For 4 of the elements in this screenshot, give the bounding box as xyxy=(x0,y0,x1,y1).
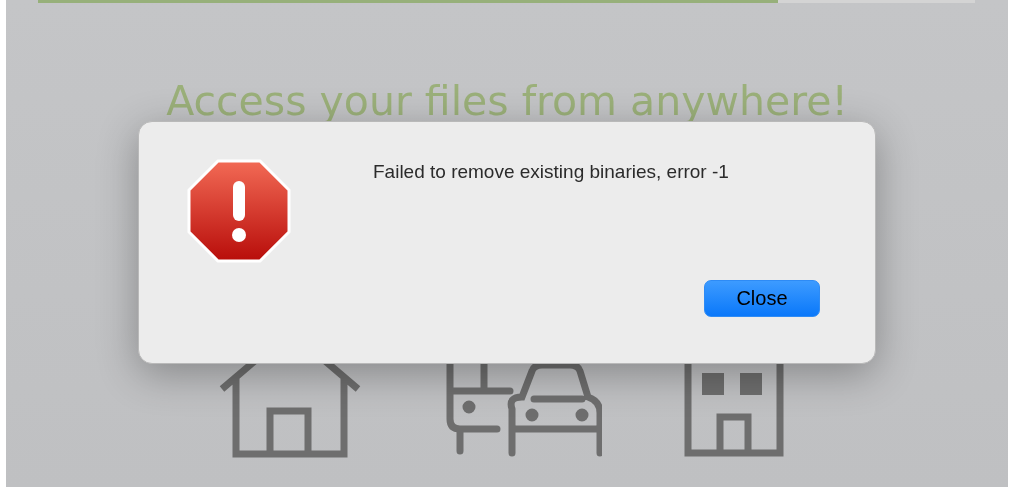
close-button[interactable]: Close xyxy=(704,280,820,317)
heading: Access your files from anywhere! xyxy=(166,76,848,127)
stop-sign-icon xyxy=(187,159,291,263)
error-message: Failed to remove existing binaries, error -1 xyxy=(373,161,729,183)
